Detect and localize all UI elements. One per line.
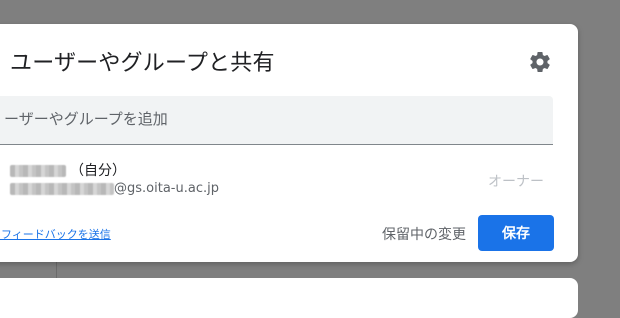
redacted-email <box>10 182 114 195</box>
person-row: （自分） @gs.oita-u.ac.jp オーナー <box>0 154 560 202</box>
share-dialog: ユーザーやグループと共有 （自分） @gs.oita-u.ac.jp オーナー … <box>0 24 578 262</box>
person-role: オーナー <box>488 174 544 190</box>
save-button[interactable]: 保存 <box>478 215 554 251</box>
pending-changes-text: 保留中の変更 <box>382 227 466 243</box>
backdrop-divider <box>56 262 57 278</box>
person-name-suffix: （自分） <box>70 163 126 179</box>
dialog-title: ユーザーやグループと共有 <box>10 51 275 76</box>
person-name: （自分） <box>10 160 126 180</box>
add-people-field[interactable] <box>0 96 553 145</box>
feedback-link[interactable]: にフィードバックを送信 <box>0 226 111 242</box>
person-email: @gs.oita-u.ac.jp <box>10 181 219 196</box>
gear-icon-graphic <box>530 52 550 72</box>
redacted-name <box>10 165 66 177</box>
person-email-domain: @gs.oita-u.ac.jp <box>114 181 219 196</box>
add-people-input[interactable] <box>0 96 544 142</box>
next-card <box>0 278 578 318</box>
gear-icon[interactable] <box>528 50 552 74</box>
